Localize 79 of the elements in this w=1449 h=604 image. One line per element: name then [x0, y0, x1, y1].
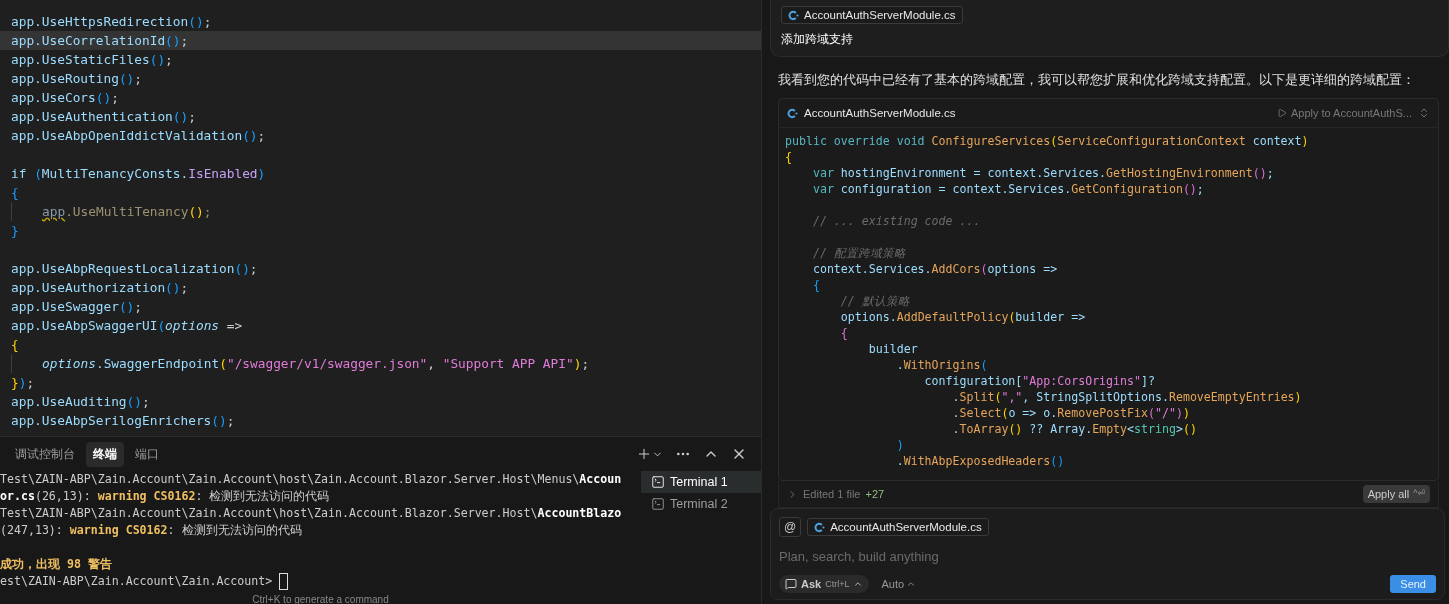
code-line: app.UseAbpSerilogEnrichers();	[10, 412, 236, 430]
plus-icon	[636, 446, 652, 462]
code-line: options.AddDefaultPolicy(builder =>	[839, 309, 1087, 325]
apply-all-button[interactable]: Apply all ^⏎	[1362, 485, 1430, 503]
code-line: app.UseHttpsRedirection();	[10, 13, 213, 31]
terminal-line: Test\ZAIN-ABP\Zain.Account\Zain.Account\host\Zain.Account.Blazor.Server.Host\AccountBlazo	[0, 505, 623, 522]
chat-input[interactable]: Plan, search, build anything	[779, 547, 1436, 565]
code-line: app.UseStaticFiles();	[10, 51, 174, 69]
chat-icon	[785, 578, 797, 590]
code-line: )	[895, 437, 905, 453]
mode-dropdown[interactable]: Ask Ctrl+L	[779, 575, 870, 593]
code-line: {	[10, 184, 20, 202]
code-line: .Split(",", StringSplitOptions.RemoveEmptyEntries)	[951, 389, 1303, 405]
terminal-line: or.cs(26,13): warning CS0162: 检测到无法访问的代码	[0, 488, 331, 505]
csharp-file-icon	[814, 521, 826, 533]
code-line: app.UseAuthorization();	[10, 279, 190, 297]
code-line: .WithOrigins(	[895, 357, 989, 373]
code-line: .WithAbpExposedHeaders()	[895, 453, 1066, 469]
code-line: public override void ConfigureServices(ServiceConfigurationContext context)	[784, 133, 1310, 149]
code-line: app.UseAuditing();	[10, 393, 151, 411]
file-name: AccountAuthServerModule.cs	[830, 521, 982, 533]
model-dropdown[interactable]: Auto	[875, 577, 923, 591]
terminal-line: Test\ZAIN-ABP\Zain.Account\Zain.Account\host\Zain.Account.Blazor.Server.Host\Menus\Accoun	[0, 471, 623, 488]
code-line: {	[811, 277, 821, 293]
panel-tab[interactable]: 端口	[128, 441, 166, 467]
terminal-line: 成功，出现 98 警告	[0, 556, 113, 573]
panel-tab[interactable]: 调试控制台	[8, 441, 82, 467]
csharp-file-icon	[787, 107, 798, 119]
code-line: // ... existing code ...	[811, 213, 982, 229]
csharp-file-icon	[788, 9, 799, 21]
code-line: app.UseRouting();	[10, 70, 143, 88]
code-line: configuration["App:CorsOrigins"]?	[923, 373, 1156, 389]
file-chip[interactable]: AccountAuthServerModule.cs	[781, 6, 963, 24]
file-name: AccountAuthServerModule.cs	[804, 9, 956, 21]
caret-icon	[906, 579, 917, 589]
apply-button[interactable]: Apply to AccountAuthS...	[1276, 107, 1412, 119]
new-terminal-button[interactable]	[636, 446, 663, 462]
caret-icon	[853, 579, 864, 589]
code-line: .ToArray() ?? Array.Empty<string>()	[951, 421, 1198, 437]
code-line: var hostingEnvironment = context.Services.GetHostingEnvironment();	[811, 165, 1275, 181]
code-line: });	[10, 374, 36, 392]
code-editor[interactable]	[0, 0, 761, 437]
code-line: options.SwaggerEndpoint("/swagger/v1/swagger.json", "Support APP API");	[0, 354, 761, 373]
changes-bar[interactable]: Edited 1 file +27 Apply all ^⏎	[778, 481, 1439, 508]
code-line: {	[839, 325, 849, 341]
code-line: context.Services.AddCors(options =>	[811, 261, 1059, 277]
answer-text: 我看到您的代码中已经有了基本的跨域配置，我可以帮您扩展和优化跨域支持配置。以下是更详细的跨域配置：	[778, 71, 1416, 89]
code-line: app.UseSwagger();	[10, 298, 143, 316]
code-line: .Select(o => o.RemovePostFix("/"))	[951, 405, 1191, 421]
code-line: if (MultiTenancyConsts.IsEnabled)	[10, 165, 267, 183]
terminal-prompt: est\ZAIN-ABP\Zain.Account\Zain.Account>	[0, 573, 641, 590]
added-count: +27	[865, 488, 885, 500]
request-text: 添加跨域支持	[781, 31, 853, 48]
terminal-icon	[651, 475, 665, 489]
mention-button[interactable]: @	[779, 517, 802, 537]
code-line: }	[10, 222, 20, 240]
code-line: app.UseAbpOpenIddictValidation();	[10, 127, 267, 145]
play-icon	[1276, 108, 1287, 118]
code-line: app.UseCors();	[10, 89, 120, 107]
terminal-item[interactable]: Terminal 1	[641, 471, 761, 493]
code-line: app.UseAbpRequestLocalization();	[10, 260, 259, 278]
code-line: // 默认策略	[839, 293, 911, 309]
panel-tab[interactable]: 终端	[86, 441, 124, 467]
code-line: app.UseAbpSwaggerUI(options =>	[10, 317, 244, 335]
code-line: var configuration = context.Services.GetConfiguration();	[811, 181, 1205, 197]
code-line: {	[10, 336, 20, 354]
file-name: AccountAuthServerModule.cs	[804, 107, 956, 119]
terminal-icon	[651, 497, 665, 511]
changes-label: Edited 1 file	[803, 488, 861, 500]
code-line: {	[784, 149, 793, 165]
terminal-item[interactable]: Terminal 2	[641, 493, 761, 515]
cursor	[279, 573, 289, 590]
code-line: app.UseMultiTenancy();	[0, 202, 761, 221]
code-line: builder	[867, 341, 919, 357]
expand-icon[interactable]	[1418, 107, 1430, 119]
code-line: // 配置跨域策略	[811, 245, 907, 261]
terminal-line: (247,13): warning CS0162: 检测到无法访问的代码	[0, 522, 303, 539]
code-line: app.UseAuthentication();	[10, 108, 197, 126]
file-chip[interactable]: AccountAuthServerModule.cs	[807, 518, 989, 536]
